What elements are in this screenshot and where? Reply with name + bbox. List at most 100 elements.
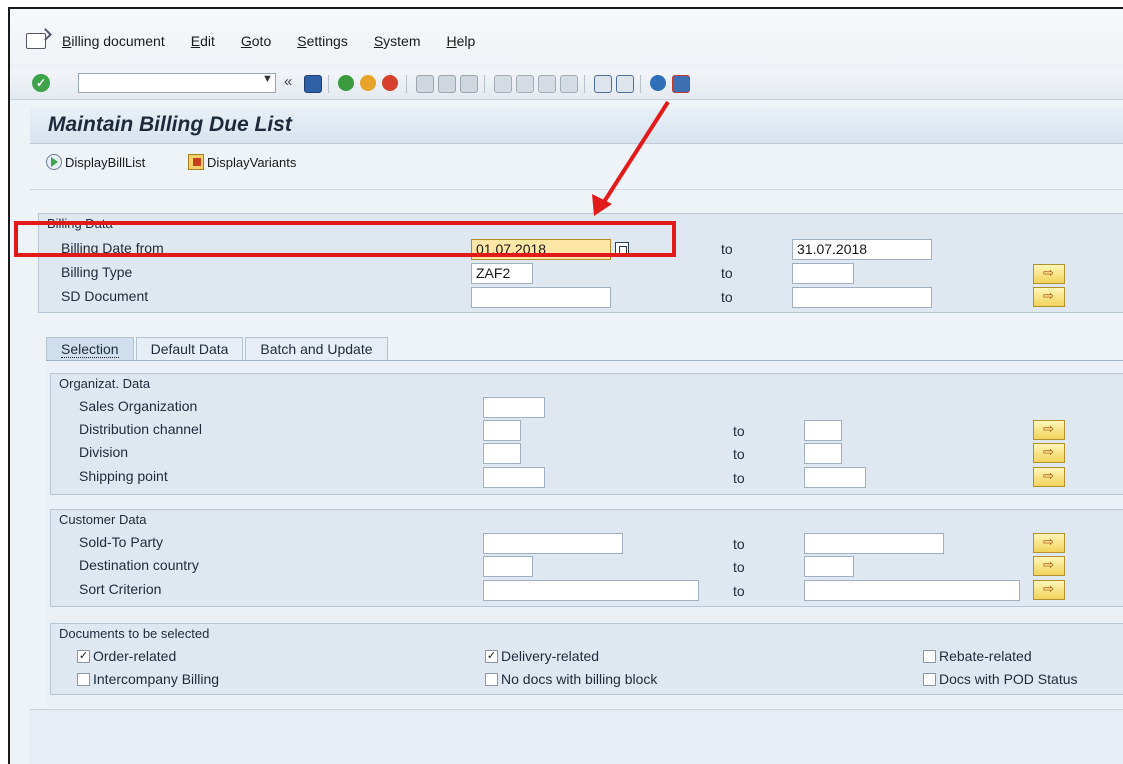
multiple-selection-button[interactable] [1033, 287, 1065, 307]
menu-help[interactable]: Help [447, 33, 476, 49]
cancel-icon[interactable] [382, 75, 398, 91]
multiple-selection-button[interactable] [1033, 467, 1065, 487]
billing-data-group: Billing Data Billing Date from 01.07.201… [38, 213, 1123, 313]
find-next-icon[interactable] [460, 75, 478, 93]
customize-layout-icon[interactable] [672, 75, 690, 93]
division-to-field[interactable] [804, 443, 842, 464]
print-icon[interactable] [416, 75, 434, 93]
sd-document-to-field[interactable] [792, 287, 932, 308]
previous-page-icon[interactable] [516, 75, 534, 93]
first-page-icon[interactable] [494, 75, 512, 93]
division-label: Division [79, 444, 129, 460]
menu-billing-document[interactable]: Billing document [62, 33, 165, 49]
distribution-channel-label: Distribution channel [79, 421, 202, 437]
organizat-data-group: Organizat. Data Sales Organization Distr… [50, 373, 1123, 495]
multiple-selection-button[interactable] [1033, 556, 1065, 576]
sd-document-to-label: to [721, 289, 733, 305]
command-dropdown-icon[interactable]: ▼ [262, 73, 273, 85]
distribution-channel-field[interactable] [483, 420, 521, 441]
destination-country-field[interactable] [483, 556, 533, 577]
order-related-checkbox[interactable]: ✓ [77, 650, 90, 663]
division-field[interactable] [483, 443, 521, 464]
tab-selection[interactable]: Selection [46, 337, 134, 360]
display-variants-label: DisplayVariants [207, 154, 297, 170]
billing-type-field[interactable]: ZAF2 [471, 263, 533, 284]
intercompany-billing-checkbox[interactable] [77, 673, 90, 686]
menu-settings[interactable]: Settings [297, 33, 348, 49]
display-bill-list-button[interactable]: DisplayBillList [46, 154, 145, 170]
destination-country-to-label: to [733, 559, 745, 575]
billing-date-from-field[interactable]: 01.07.2018 [471, 239, 611, 260]
calendar-icon[interactable] [615, 242, 629, 256]
billing-date-to-field[interactable]: 31.07.2018 [792, 239, 932, 260]
sap-window: Billing document Edit Goto Settings Syst… [8, 7, 1123, 764]
toolbar-separator [406, 75, 407, 93]
destination-country-to-field[interactable] [804, 556, 854, 577]
application-toolbar: DisplayBillList DisplayVariants [30, 144, 1123, 182]
sd-document-field[interactable] [471, 287, 611, 308]
billing-date-to-label: to [721, 241, 733, 257]
toolbar-separator [328, 75, 329, 93]
no-docs-billing-block-checkbox[interactable] [485, 673, 498, 686]
sales-organization-field[interactable] [483, 397, 545, 418]
sort-criterion-field[interactable] [483, 580, 699, 601]
shipping-point-to-field[interactable] [804, 467, 866, 488]
save-icon[interactable] [304, 75, 322, 93]
docs-pod-status-checkbox[interactable] [923, 673, 936, 686]
sales-organization-label: Sales Organization [79, 398, 198, 414]
multiple-selection-button[interactable] [1033, 443, 1065, 463]
shipping-point-label: Shipping point [79, 468, 168, 484]
tab-default-data[interactable]: Default Data [135, 337, 244, 360]
menu-goto[interactable]: Goto [241, 33, 271, 49]
sort-criterion-to-field[interactable] [804, 580, 1020, 601]
enter-icon[interactable]: ✓ [32, 74, 50, 92]
display-variants-button[interactable]: DisplayVariants [188, 154, 296, 170]
title-bar: Maintain Billing Due List [30, 107, 1123, 144]
help-icon[interactable] [650, 75, 666, 91]
shipping-point-field[interactable] [483, 467, 545, 488]
delivery-related-label: Delivery-related [501, 648, 600, 664]
billing-date-from-label: Billing Date from [61, 240, 164, 256]
tab-batch-and-update[interactable]: Batch and Update [245, 337, 388, 360]
customer-data-title: Customer Data [59, 512, 147, 527]
create-session-icon[interactable] [594, 75, 612, 93]
rebate-related-label: Rebate-related [939, 648, 1032, 664]
distribution-channel-to-label: to [733, 423, 745, 439]
sold-to-party-to-field[interactable] [804, 533, 944, 554]
multiple-selection-button[interactable] [1033, 580, 1065, 600]
back-nav-icon[interactable] [338, 75, 354, 91]
division-to-label: to [733, 446, 745, 462]
toolbar-separator [640, 75, 641, 93]
execute-icon [46, 154, 62, 170]
documents-group: Documents to be selected ✓ Order-related… [50, 623, 1123, 695]
distribution-channel-to-field[interactable] [804, 420, 842, 441]
next-page-icon[interactable] [538, 75, 556, 93]
docs-pod-status-label: Docs with POD Status [939, 671, 1078, 687]
status-area [30, 709, 1123, 764]
shortcut-icon[interactable] [616, 75, 634, 93]
delivery-related-checkbox[interactable]: ✓ [485, 650, 498, 663]
multiple-selection-button[interactable] [1033, 420, 1065, 440]
back-icon[interactable]: « [284, 73, 300, 90]
multiple-selection-button[interactable] [1033, 533, 1065, 553]
billing-type-to-field[interactable] [792, 263, 854, 284]
exit-menu-icon[interactable] [26, 33, 46, 49]
customer-data-group: Customer Data Sold-To Party to Destinati… [50, 509, 1123, 607]
menu-edit[interactable]: Edit [191, 33, 215, 49]
shipping-point-to-label: to [733, 470, 745, 486]
sold-to-party-field[interactable] [483, 533, 623, 554]
standard-toolbar: ✓ ▼ « [10, 69, 1123, 100]
rebate-related-checkbox[interactable] [923, 650, 936, 663]
toolbar-separator [484, 75, 485, 93]
tab-selection-label: Selection [61, 341, 119, 358]
toolbar-separator [584, 75, 585, 93]
find-icon[interactable] [438, 75, 456, 93]
sort-criterion-to-label: to [733, 583, 745, 599]
last-page-icon[interactable] [560, 75, 578, 93]
multiple-selection-button[interactable] [1033, 264, 1065, 284]
menu-system[interactable]: System [374, 33, 421, 49]
display-bill-list-label: DisplayBillList [65, 154, 146, 170]
sort-criterion-label: Sort Criterion [79, 581, 162, 597]
command-field[interactable] [78, 73, 276, 93]
exit-icon[interactable] [360, 75, 376, 91]
